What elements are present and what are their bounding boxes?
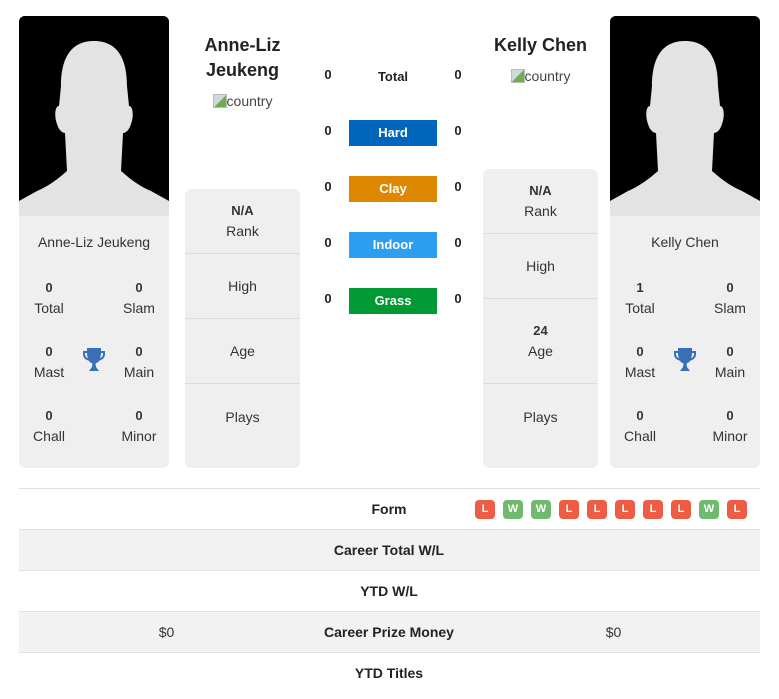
form-badge-loss[interactable]: L bbox=[475, 500, 495, 519]
h2h-grass-p1: 0 bbox=[324, 291, 332, 306]
player2-photo[interactable] bbox=[610, 16, 760, 216]
player2-card: Kelly Chen 1 Total 0 Slam 0 Mast 0 Main 0 Cha… bbox=[610, 16, 760, 468]
player2-country-flag: country bbox=[483, 68, 598, 84]
p1-value: $0 bbox=[158, 624, 175, 640]
row-label: YTD Titles bbox=[354, 665, 424, 681]
avatar-silhouette-icon bbox=[19, 16, 169, 216]
h2h-grass-p2: 0 bbox=[454, 291, 462, 306]
player1-country-flag: country bbox=[185, 93, 300, 109]
player1-total-titles: 0 Total bbox=[34, 280, 64, 316]
player1-card: Anne-Liz Jeukeng 0 Total 0 Slam 0 Mast 0 Mai… bbox=[19, 16, 169, 468]
form-badge-win[interactable]: W bbox=[503, 500, 523, 519]
form-badge-loss[interactable]: L bbox=[643, 500, 663, 519]
h2h-clay-p1: 0 bbox=[324, 179, 332, 194]
player2-age: 24 Age bbox=[483, 299, 598, 384]
player1-high: High bbox=[185, 254, 300, 319]
player2-chall-titles: 0 Chall bbox=[624, 408, 656, 444]
table-row: YTD W/L bbox=[19, 570, 760, 611]
table-row: YTD Titles bbox=[19, 652, 760, 693]
h2h-total-p1: 0 bbox=[324, 67, 332, 82]
avatar-silhouette-icon bbox=[610, 16, 760, 216]
h2h-hard-p1: 0 bbox=[324, 123, 332, 138]
player1-title-line2: Jeukeng bbox=[205, 60, 280, 80]
form-badge-win[interactable]: W bbox=[699, 500, 719, 519]
player2-high: High bbox=[483, 234, 598, 299]
h2h-indoor-p1: 0 bbox=[324, 235, 332, 250]
player1-photo[interactable] bbox=[19, 16, 169, 216]
surface-hard-button[interactable]: Hard bbox=[349, 120, 437, 146]
player1-main-titles: 0 Main bbox=[123, 344, 155, 380]
broken-image-icon bbox=[212, 94, 227, 108]
player1-title-line1: Anne-Liz bbox=[204, 35, 281, 55]
surface-indoor-button[interactable]: Indoor bbox=[349, 232, 437, 258]
form-badge-loss[interactable]: L bbox=[615, 500, 635, 519]
player2-total-titles: 1 Total bbox=[625, 280, 655, 316]
player2-title[interactable]: Kelly Chen bbox=[483, 33, 598, 58]
h2h-hard-p2: 0 bbox=[454, 123, 462, 138]
player2-minor-titles: 0 Minor bbox=[712, 408, 748, 444]
h2h-indoor-p2: 0 bbox=[454, 235, 462, 250]
row-label: Career Total W/L bbox=[333, 542, 445, 558]
h2h-total-p2: 0 bbox=[454, 67, 462, 82]
player1-title[interactable]: Anne-Liz Jeukeng bbox=[185, 33, 300, 83]
player1-mast-titles: 0 Mast bbox=[33, 344, 65, 380]
player1-rank: N/A Rank bbox=[185, 189, 300, 254]
player2-slam-titles: 0 Slam bbox=[714, 280, 746, 316]
row-label: YTD W/L bbox=[360, 583, 418, 599]
form-badge-loss[interactable]: L bbox=[587, 500, 607, 519]
player2-rank: N/A Rank bbox=[483, 169, 598, 234]
player1-slam-titles: 0 Slam bbox=[123, 280, 155, 316]
trophy-icon bbox=[673, 347, 697, 373]
trophy-icon bbox=[82, 347, 106, 373]
form-badges: LWWLLLLLWL bbox=[475, 500, 747, 519]
table-row: $0 Career Prize Money $0 bbox=[19, 611, 760, 652]
row-label: Career Prize Money bbox=[324, 624, 454, 640]
player2-plays: Plays bbox=[523, 408, 558, 425]
h2h-total-label: Total bbox=[377, 69, 409, 84]
player1-minor-titles: 0 Minor bbox=[121, 408, 157, 444]
h2h-clay-p2: 0 bbox=[454, 179, 462, 194]
form-badge-loss[interactable]: L bbox=[727, 500, 747, 519]
player1-age: Age bbox=[185, 319, 300, 384]
form-badge-win[interactable]: W bbox=[531, 500, 551, 519]
player1-chall-titles: 0 Chall bbox=[33, 408, 65, 444]
player1-plays: Plays bbox=[225, 408, 260, 425]
player2-name: Kelly Chen bbox=[651, 234, 719, 250]
player2-info: N/A Rank High 24 Age Plays bbox=[483, 169, 598, 468]
p2-value: $0 bbox=[605, 624, 622, 640]
player2-flag-alt: country bbox=[524, 68, 571, 84]
form-label: Form bbox=[371, 501, 407, 517]
surface-clay-button[interactable]: Clay bbox=[349, 176, 437, 202]
form-badge-loss[interactable]: L bbox=[671, 500, 691, 519]
table-row: Career Total W/L bbox=[19, 529, 760, 570]
form-row: Form LWWLLLLLWL bbox=[19, 488, 760, 529]
player2-mast-titles: 0 Mast bbox=[624, 344, 656, 380]
player2-main-titles: 0 Main bbox=[714, 344, 746, 380]
surface-grass-button[interactable]: Grass bbox=[349, 288, 437, 314]
player1-info: N/A Rank High Age Plays bbox=[185, 189, 300, 468]
player1-flag-alt: country bbox=[226, 93, 273, 109]
form-badge-loss[interactable]: L bbox=[559, 500, 579, 519]
broken-image-icon bbox=[510, 69, 525, 83]
player1-name: Anne-Liz Jeukeng bbox=[37, 234, 151, 250]
